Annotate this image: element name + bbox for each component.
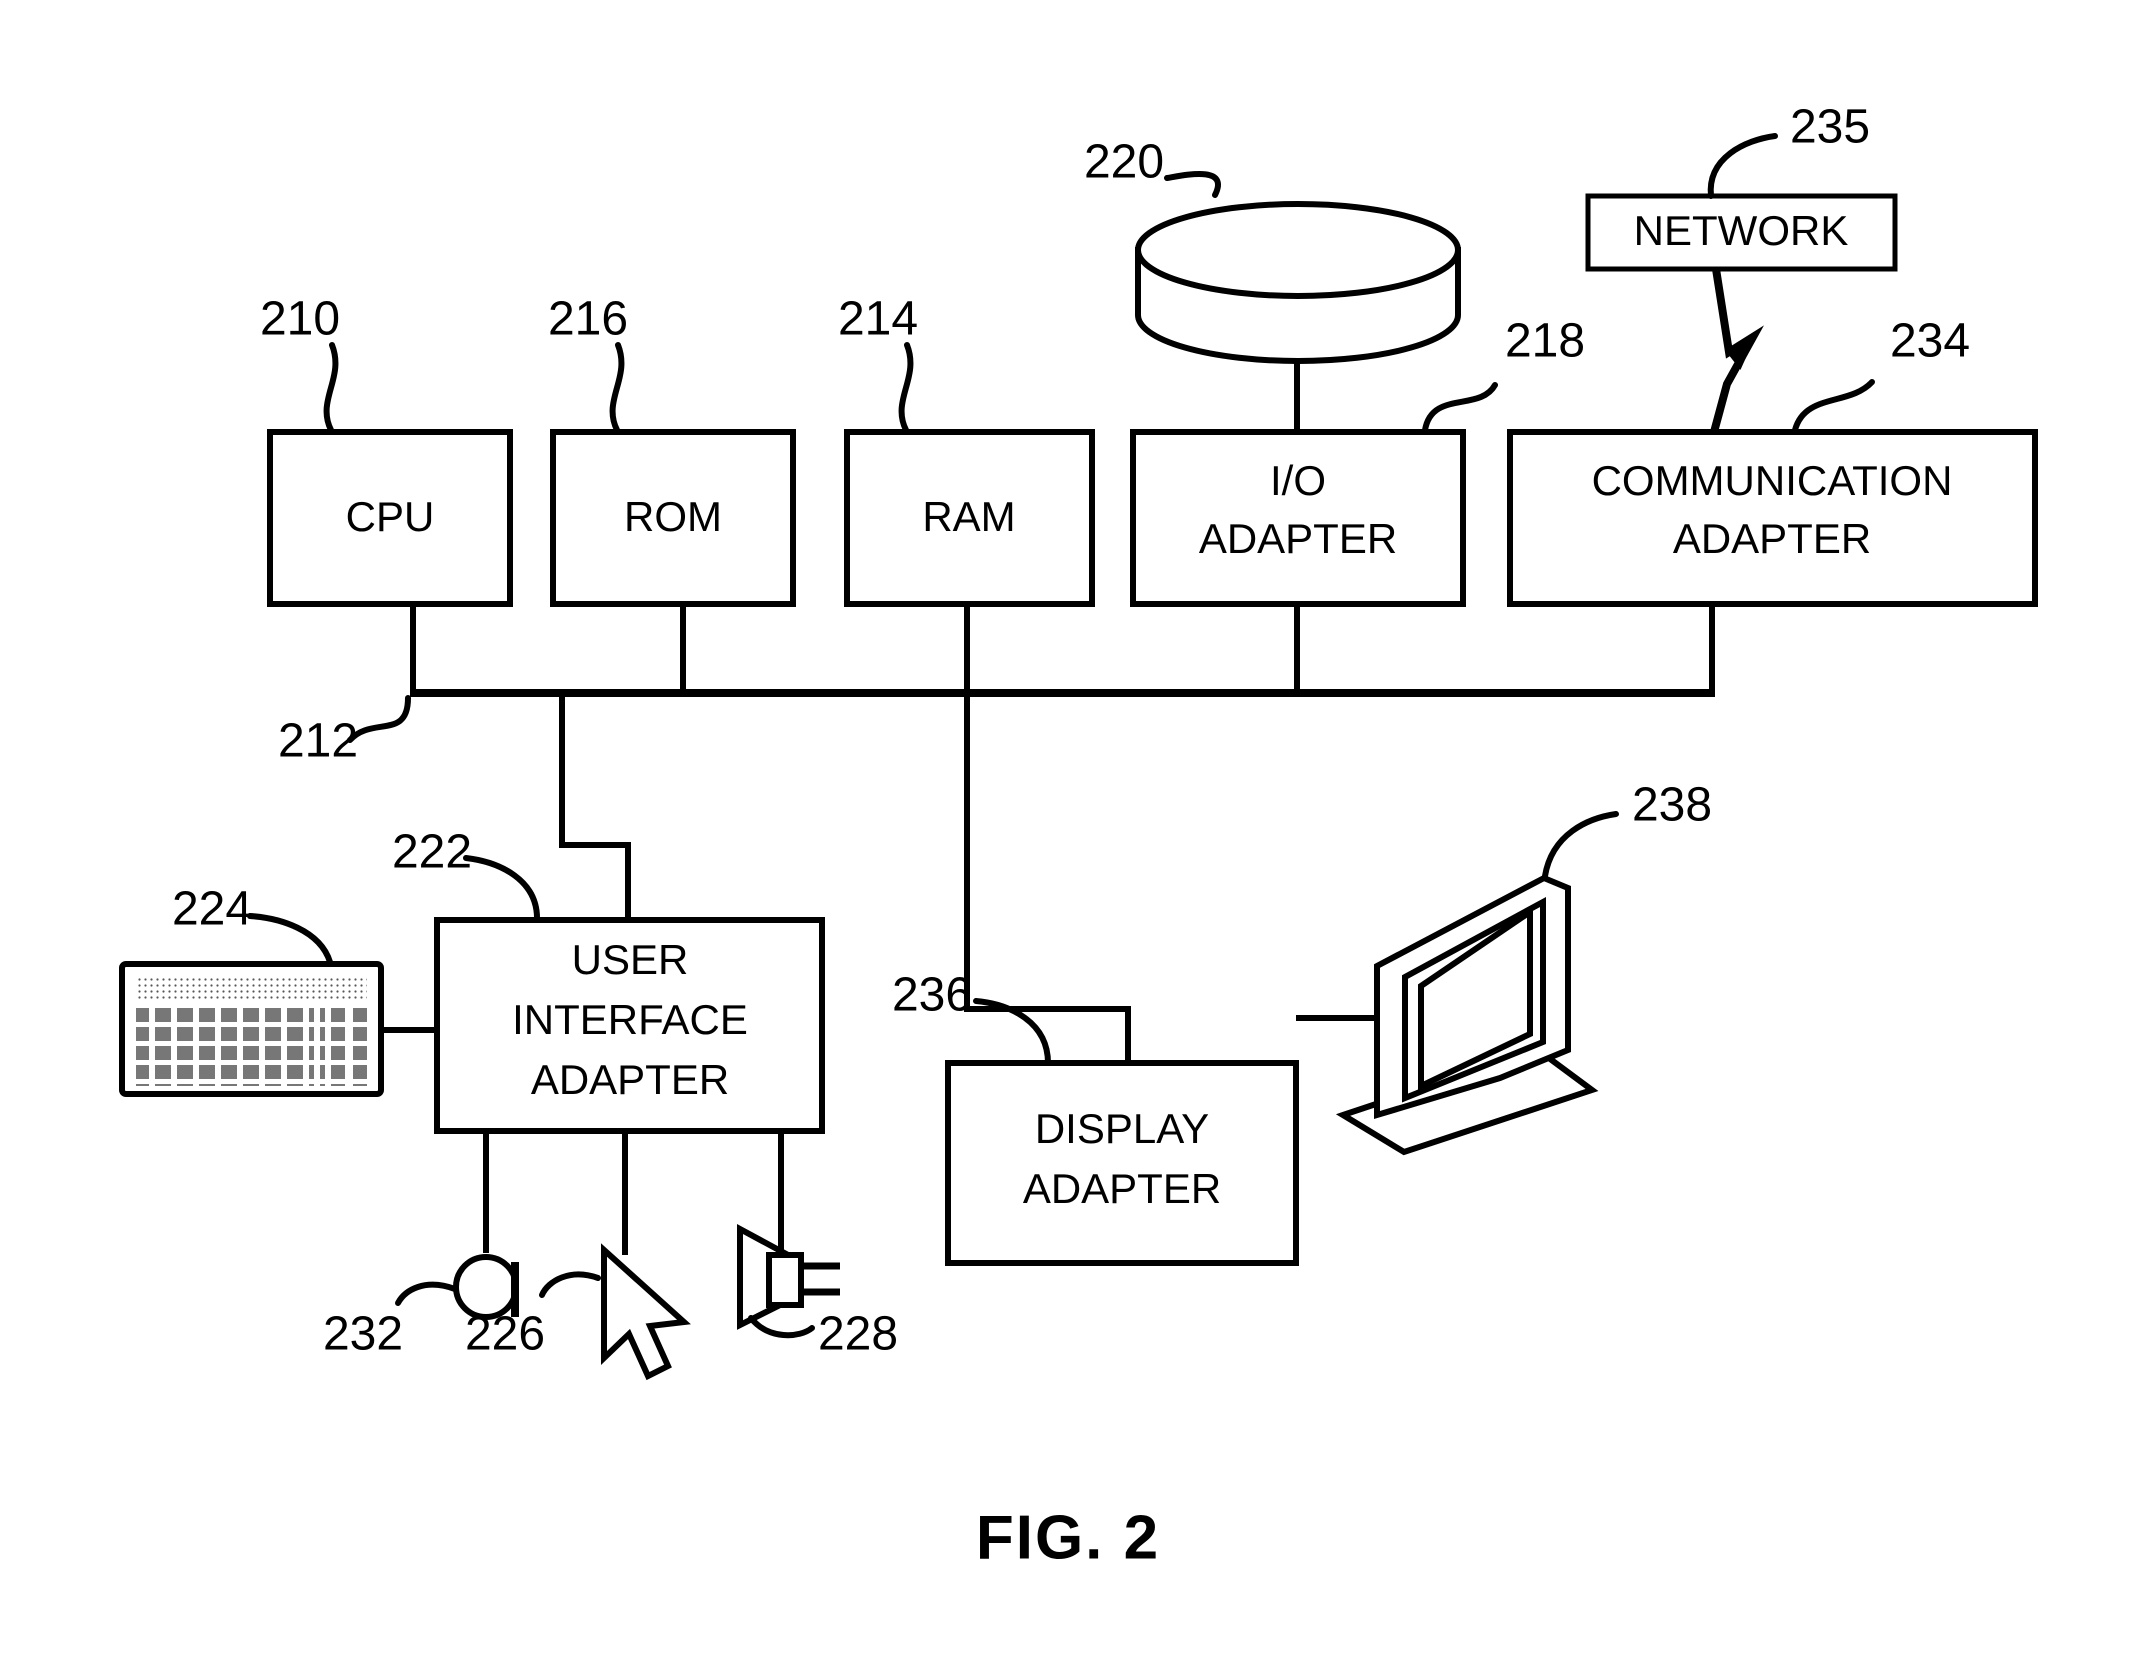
keyboard-icon: 224 (119, 883, 437, 1097)
display-adapter-box[interactable] (945, 1060, 1299, 1266)
leader-210 (323, 342, 339, 433)
leader-235 (1707, 133, 1778, 199)
bus-to-display-adapter (964, 693, 1131, 1063)
block-network[interactable]: NETWORK 235 (1585, 101, 1898, 434)
block-diagram-canvas: 212 CPU 210 ROM 216 RAM 214 I/O ADAPTER (119, 101, 2038, 1572)
ref-234: 234 (1890, 315, 1970, 368)
ui-adapter-label-line2: INTERFACE (512, 996, 748, 1043)
ref-224: 224 (172, 883, 252, 936)
bus-to-ui-adapter (559, 693, 631, 920)
leader-232 (395, 1281, 458, 1306)
keyboard-main-keys (136, 1008, 314, 1086)
ref-222: 222 (392, 826, 472, 879)
ref-220: 220 (1084, 136, 1164, 189)
cpu-label: CPU (346, 493, 435, 540)
leader-234 (1792, 379, 1875, 433)
leader-228 (748, 1315, 815, 1339)
leader-220 (1164, 171, 1221, 198)
leader-222 (463, 855, 541, 923)
display-adapter-label-line2: ADAPTER (1023, 1165, 1221, 1212)
keyboard-nav-keys (320, 1008, 345, 1086)
rom-label: ROM (624, 493, 722, 540)
leader-224 (247, 913, 333, 965)
ref-232: 232 (323, 1308, 403, 1361)
speaker-icon: 228 (737, 1131, 898, 1361)
leader-212 (347, 695, 411, 743)
display-adapter-label-line1: DISPLAY (1035, 1105, 1209, 1152)
block-ram[interactable]: RAM 214 (838, 293, 1095, 607)
leader-216 (609, 342, 625, 433)
io-adapter-label-line2: ADAPTER (1199, 515, 1397, 562)
keyboard-fn-row (136, 978, 367, 1000)
disk-storage-icon: 220 (1084, 136, 1461, 432)
ref-218: 218 (1505, 315, 1585, 368)
block-display-adapter[interactable]: DISPLAY ADAPTER 236 (892, 969, 1299, 1266)
leader-226 (539, 1271, 601, 1298)
ref-216: 216 (548, 293, 628, 346)
mouse-cursor-arrow (601, 1243, 691, 1381)
ui-adapter-label-line3: ADAPTER (531, 1056, 729, 1103)
block-communication-adapter[interactable]: COMMUNICATION ADAPTER 234 (1507, 315, 2038, 607)
leader-214 (898, 342, 914, 433)
ref-210: 210 (260, 293, 340, 346)
network-label: NETWORK (1634, 207, 1849, 254)
keyboard-numpad (350, 1008, 367, 1086)
ref-226: 226 (465, 1308, 545, 1361)
leader-238 (1542, 811, 1619, 879)
mouse-pointer-icon: 226 (465, 1131, 691, 1381)
display-monitor-icon: 238 (1296, 779, 1712, 1156)
ref-235: 235 (1790, 101, 1870, 154)
disk-top (1135, 201, 1461, 299)
block-rom[interactable]: ROM 216 (548, 293, 796, 607)
block-cpu[interactable]: CPU 210 (260, 293, 513, 607)
communication-adapter-label-line1: COMMUNICATION (1592, 457, 1953, 504)
ref-214: 214 (838, 293, 918, 346)
block-user-interface-adapter[interactable]: USER INTERFACE ADAPTER 222 (392, 826, 825, 1134)
ref-228: 228 (818, 1308, 898, 1361)
patent-figure-2: 212 CPU 210 ROM 216 RAM 214 I/O ADAPTER (0, 0, 2137, 1668)
communication-adapter-label-line2: ADAPTER (1673, 515, 1871, 562)
ref-238: 238 (1632, 779, 1712, 832)
io-adapter-label-line1: I/O (1270, 457, 1326, 504)
ref-212: 212 (278, 715, 358, 768)
ref-236: 236 (892, 969, 972, 1022)
leader-218 (1422, 382, 1498, 433)
ui-adapter-label-line1: USER (572, 936, 689, 983)
speaker-box (766, 1252, 804, 1308)
ram-label: RAM (922, 493, 1015, 540)
figure-caption: FIG. 2 (976, 1503, 1160, 1572)
